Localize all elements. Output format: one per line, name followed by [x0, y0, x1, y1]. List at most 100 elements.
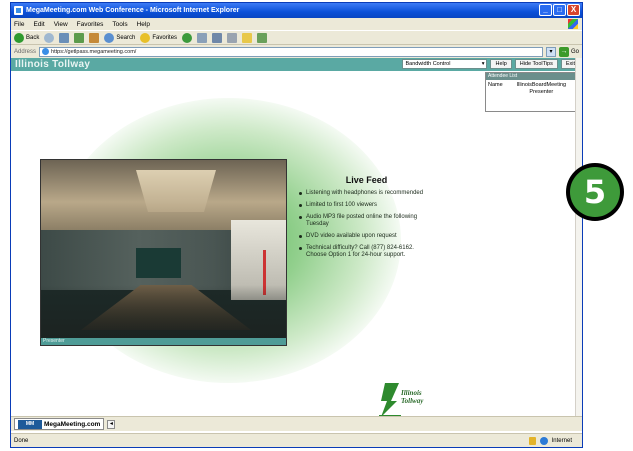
page-tab-bar: MM MegaMeeting.com ◂	[11, 416, 582, 431]
standard-toolbar: Back Search Favorites	[11, 30, 582, 45]
menu-tools[interactable]: Tools	[112, 21, 127, 28]
lock-icon	[528, 436, 536, 445]
favorites-button[interactable]: Favorites	[140, 32, 178, 43]
forward-arrow-icon[interactable]	[44, 32, 55, 43]
live-feed-list: Listening with headphones is recommended…	[299, 190, 434, 259]
status-text: Done	[14, 437, 29, 444]
globe-icon	[539, 436, 548, 445]
step-number: 5	[570, 167, 620, 217]
list-item-text: Audio MP3 file posted online the followi…	[306, 214, 418, 227]
list-item-text: Technical difficulty? Call (877) 824-616…	[306, 245, 414, 258]
bullet-icon	[299, 192, 302, 195]
video-floor	[41, 285, 286, 345]
messenger-icon[interactable]	[257, 32, 268, 43]
history-icon[interactable]	[197, 32, 208, 43]
page-content: Illinois Tollway Bandwidth Control ▾ Hel…	[11, 58, 582, 433]
vertical-scrollbar[interactable]	[575, 58, 582, 416]
bandwidth-select-value: Bandwidth Control	[405, 61, 451, 67]
go-button[interactable]: → Go	[558, 46, 579, 57]
search-button[interactable]: Search	[104, 32, 136, 43]
scroll-left-icon[interactable]: ◂	[107, 419, 116, 429]
zone-label: Internet	[551, 437, 572, 444]
list-item: Limited to first 100 viewers	[299, 202, 434, 209]
bandwidth-select[interactable]: Bandwidth Control ▾	[402, 59, 488, 69]
hide-tooltips-button[interactable]: Hide ToolTips	[514, 59, 558, 69]
attendee-panel-title: Attendee List	[486, 73, 579, 80]
media-icon[interactable]	[182, 32, 193, 43]
page-icon	[42, 48, 50, 55]
megameeting-tab-label: MegaMeeting.com	[44, 420, 101, 428]
illinois-tollway-logo: Illinois Tollway	[377, 381, 437, 419]
list-item: Audio MP3 file posted online the followi…	[299, 214, 434, 228]
bullet-icon	[299, 216, 302, 219]
list-item: Listening with headphones is recommended	[299, 190, 434, 197]
menu-file[interactable]: File	[14, 21, 24, 28]
megameeting-logo: MM	[18, 419, 42, 429]
video-light-fixture	[136, 170, 216, 212]
back-label: Back	[26, 34, 40, 41]
video-caption: Presenter	[43, 338, 65, 344]
logo-text-line1: Illinois	[401, 389, 422, 397]
menu-view[interactable]: View	[54, 21, 68, 28]
window-controls: _ □ X	[539, 4, 580, 16]
video-screen	[136, 248, 181, 278]
live-video-player[interactable]: Presenter	[40, 159, 287, 346]
list-item: DVD video available upon request	[299, 233, 434, 240]
browser-window: MegaMeeting.com Web Conference - Microso…	[10, 2, 583, 448]
stop-icon[interactable]	[59, 32, 70, 43]
help-button[interactable]: Help	[490, 59, 512, 69]
menu-bar: File Edit View Favorites Tools Help	[11, 18, 582, 30]
back-arrow-icon	[14, 32, 24, 43]
star-icon	[140, 32, 151, 43]
search-label: Search	[116, 34, 136, 41]
search-icon	[104, 32, 115, 43]
address-dropdown-icon[interactable]: ▾	[545, 46, 556, 57]
step-number-badge: 5	[566, 163, 624, 221]
address-bar: Address https://getlpass.megameeting.com…	[11, 45, 582, 58]
print-icon[interactable]	[227, 32, 238, 43]
attendee-row[interactable]: Name IllinoisBoardMeeting Presenter	[486, 80, 579, 98]
attendee-panel: Attendee List Name IllinoisBoardMeeting …	[485, 72, 580, 112]
tollway-logo-mark-icon	[379, 383, 401, 418]
logo-text: Illinois Tollway	[401, 389, 423, 405]
logo-text-line2: Tollway	[401, 397, 424, 405]
refresh-icon[interactable]	[74, 32, 85, 43]
bullet-icon	[299, 247, 302, 250]
attendee-name-label: Name	[488, 82, 503, 88]
menu-favorites[interactable]: Favorites	[77, 21, 104, 28]
title-bar: MegaMeeting.com Web Conference - Microso…	[11, 3, 582, 18]
go-label: Go	[570, 48, 579, 55]
favorites-label: Favorites	[152, 34, 178, 41]
live-feed-info: Live Feed Listening with headphones is r…	[299, 175, 434, 264]
list-item-text: DVD video available upon request	[306, 233, 397, 239]
bullet-icon	[299, 204, 302, 207]
list-item-text: Listening with headphones is recommended	[306, 190, 424, 196]
ie-icon	[14, 6, 23, 15]
maximize-button[interactable]: □	[553, 4, 566, 16]
page-header: Illinois Tollway Bandwidth Control ▾ Hel…	[11, 58, 582, 71]
list-item: Technical difficulty? Call (877) 824-616…	[299, 245, 434, 259]
window-title: MegaMeeting.com Web Conference - Microso…	[26, 7, 240, 14]
bullet-icon	[299, 235, 302, 238]
close-button[interactable]: X	[567, 4, 580, 16]
address-input[interactable]: https://getlpass.megameeting.com/	[39, 46, 543, 57]
megameeting-tab[interactable]: MM MegaMeeting.com	[14, 418, 105, 430]
menu-edit[interactable]: Edit	[33, 21, 44, 28]
back-button[interactable]: Back	[14, 32, 40, 43]
minimize-button[interactable]: _	[539, 4, 552, 16]
attendee-name-value: IllinoisBoardMeeting Presenter	[516, 82, 567, 95]
menu-help[interactable]: Help	[137, 21, 150, 28]
header-controls: Bandwidth Control ▾ Help Hide ToolTips E…	[402, 59, 580, 69]
status-zone: Internet	[528, 436, 572, 445]
go-arrow-icon: →	[558, 46, 569, 57]
folder-icon[interactable]	[242, 32, 253, 43]
brand-title: Illinois Tollway	[15, 59, 91, 70]
address-label: Address	[14, 48, 37, 55]
address-url: https://getlpass.megameeting.com/	[51, 48, 137, 55]
video-caption-bar: Presenter	[41, 338, 286, 345]
chevron-down-icon: ▾	[481, 61, 485, 67]
live-feed-title: Live Feed	[345, 175, 388, 185]
mail-icon[interactable]	[212, 32, 223, 43]
home-icon[interactable]	[89, 32, 100, 43]
windows-flag-icon	[568, 19, 578, 29]
